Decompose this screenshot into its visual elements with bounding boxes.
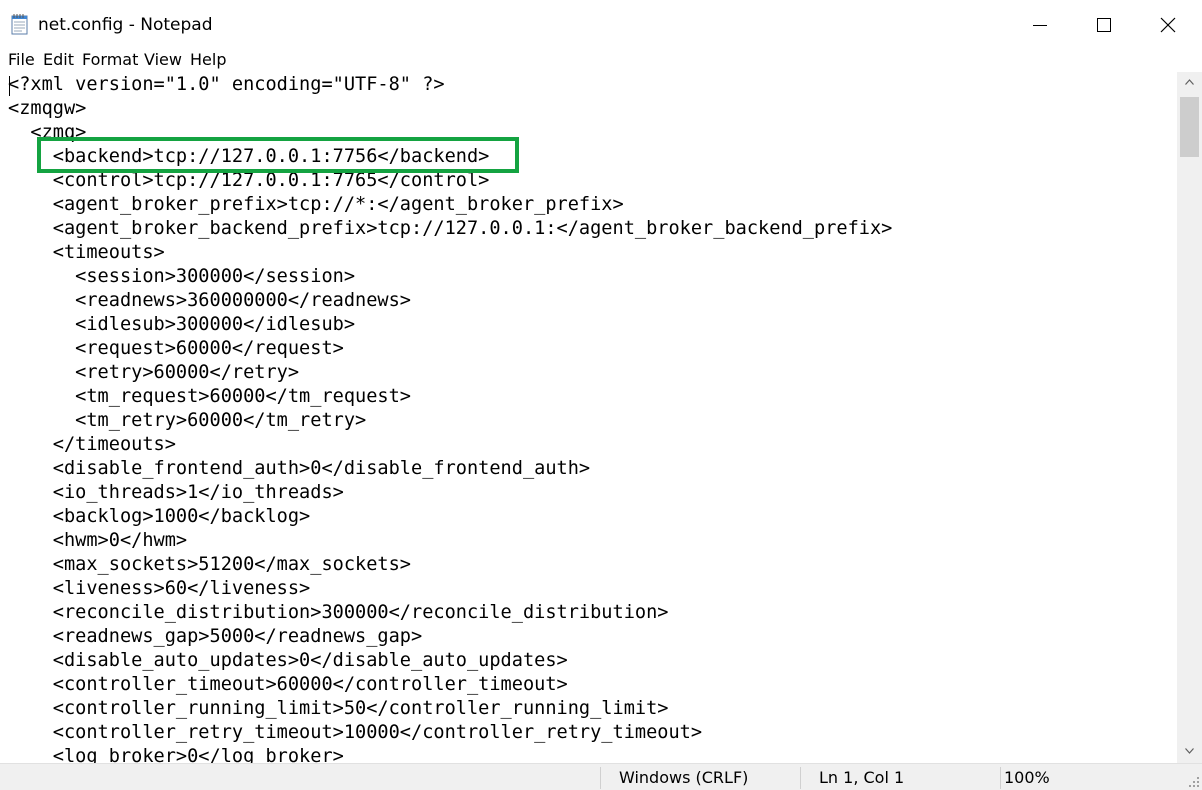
status-cursor-position: Ln 1, Col 1 (819, 768, 905, 787)
text-line[interactable]: <agent_broker_backend_prefix>tcp://127.0… (8, 217, 893, 241)
text-line[interactable]: <timeouts> (8, 241, 892, 265)
document-text[interactable]: <?xml version="1.0" encoding="UTF-8" ?> <… (8, 73, 892, 763)
menu-bar: File Edit Format View Help (0, 48, 1202, 72)
text-line[interactable]: <tm_retry>60000</tm_retry> (8, 409, 892, 433)
backend-highlight-box (37, 137, 519, 173)
text-line[interactable]: <max_sockets>51200</max_sockets> (8, 553, 892, 577)
text-line[interactable]: <disable_auto_updates>0</disable_auto_up… (8, 649, 892, 673)
chevron-up-icon (1185, 79, 1194, 85)
text-line[interactable]: <?xml version="1.0" encoding="UTF-8" ?> (8, 73, 892, 97)
window-title: net.config - Notepad (38, 15, 213, 35)
text-line[interactable]: <request>60000</request> (8, 337, 892, 361)
menu-help[interactable]: Help (190, 48, 226, 72)
text-line[interactable]: <zmqgw> (8, 97, 892, 121)
menu-format[interactable]: Format (82, 48, 138, 72)
text-line[interactable]: <agent_broker_prefix>tcp://*:</agent_bro… (8, 193, 892, 217)
scroll-thumb[interactable] (1180, 97, 1199, 157)
status-separator (600, 767, 601, 789)
close-button[interactable] (1136, 0, 1200, 50)
scroll-up-button[interactable] (1177, 72, 1202, 94)
text-cursor (9, 76, 10, 96)
menu-edit[interactable]: Edit (43, 48, 74, 72)
title-bar[interactable]: net.config - Notepad (0, 0, 1202, 50)
text-editor[interactable]: <?xml version="1.0" encoding="UTF-8" ?> <… (0, 72, 1177, 763)
maximize-button[interactable] (1072, 0, 1136, 50)
text-line[interactable]: <readnews>360000000</readnews> (8, 289, 892, 313)
text-line[interactable]: <readnews_gap>5000</readnews_gap> (8, 625, 892, 649)
vertical-scrollbar[interactable] (1177, 72, 1202, 763)
text-line[interactable]: <idlesub>300000</idlesub> (8, 313, 892, 337)
text-line[interactable]: <hwm>0</hwm> (8, 529, 892, 553)
resize-grip-icon[interactable] (1188, 776, 1200, 788)
text-line[interactable]: <log_broker>0</log_broker> (8, 745, 892, 763)
close-icon (1160, 17, 1176, 33)
text-line[interactable]: <reconcile_distribution>300000</reconcil… (8, 601, 892, 625)
status-bar: Windows (CRLF) Ln 1, Col 1 100% (0, 763, 1202, 790)
text-line[interactable]: </timeouts> (8, 433, 892, 457)
notepad-icon (11, 13, 29, 35)
text-line[interactable]: <io_threads>1</io_threads> (8, 481, 892, 505)
text-line[interactable]: <controller_running_limit>50</controller… (8, 697, 892, 721)
text-line[interactable]: <liveness>60</liveness> (8, 577, 892, 601)
text-line[interactable]: <tm_request>60000</tm_request> (8, 385, 892, 409)
text-line[interactable]: <controller_retry_timeout>10000</control… (8, 721, 892, 745)
text-line[interactable]: <retry>60000</retry> (8, 361, 892, 385)
menu-view[interactable]: View (144, 48, 182, 72)
text-line[interactable]: <controller_timeout>60000</controller_ti… (8, 673, 892, 697)
chevron-down-icon (1185, 748, 1194, 754)
minimize-button[interactable] (1008, 0, 1072, 50)
scroll-down-button[interactable] (1177, 741, 1202, 763)
text-line[interactable]: <disable_frontend_auth>0</disable_fronte… (8, 457, 892, 481)
status-separator (1000, 767, 1001, 789)
maximize-icon (1097, 18, 1111, 32)
status-line-ending: Windows (CRLF) (619, 768, 749, 787)
text-line[interactable]: <session>300000</session> (8, 265, 892, 289)
minimize-icon (1033, 25, 1047, 26)
text-line[interactable]: <backlog>1000</backlog> (8, 505, 892, 529)
status-zoom: 100% (1004, 768, 1050, 787)
status-separator (800, 767, 801, 789)
menu-file[interactable]: File (8, 48, 35, 72)
